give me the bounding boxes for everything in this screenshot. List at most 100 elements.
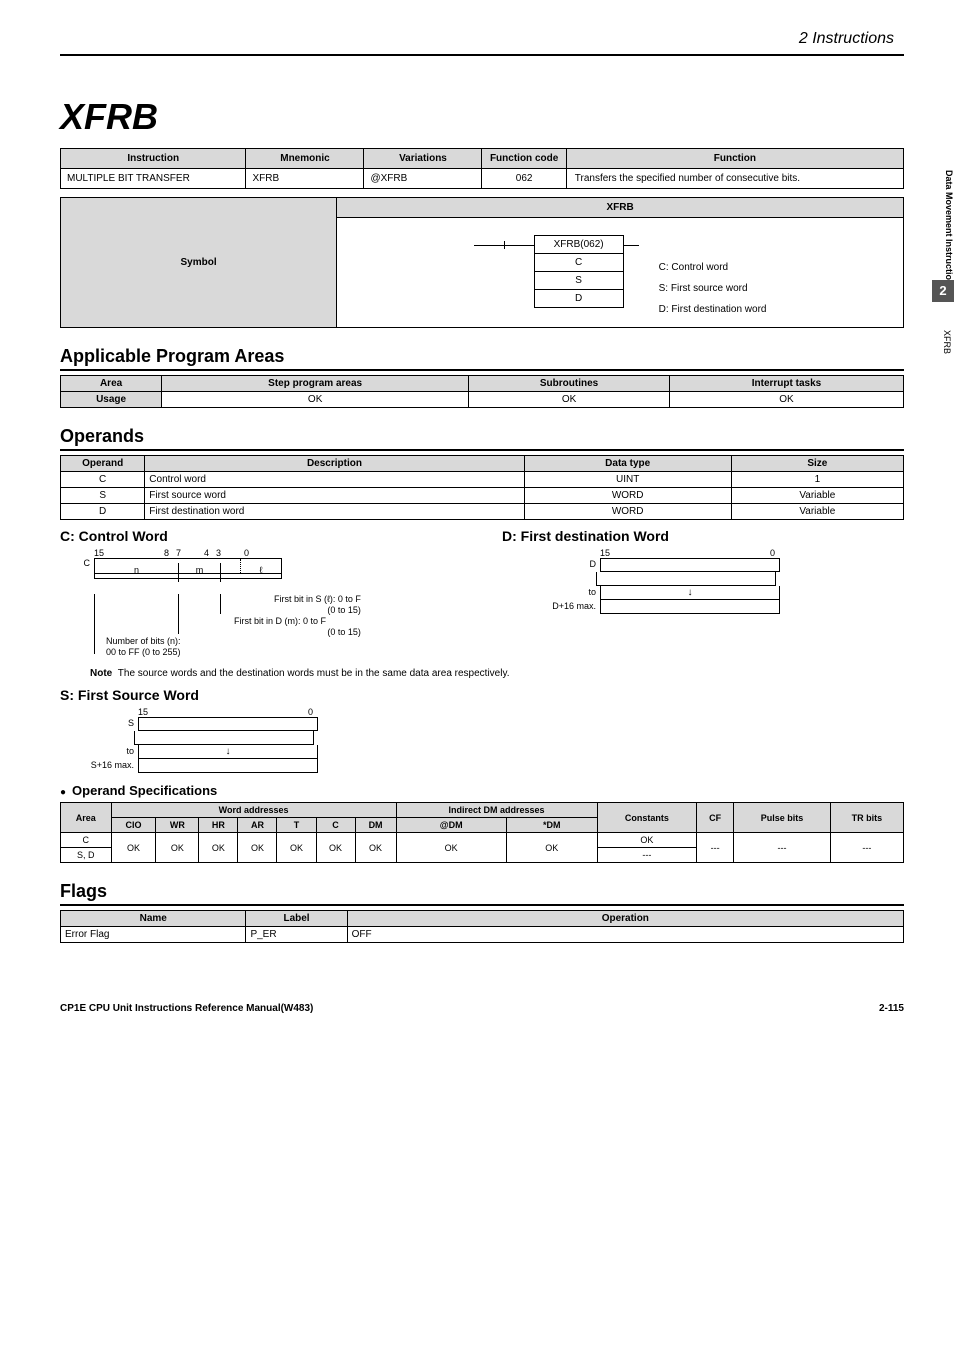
td: D xyxy=(61,504,145,520)
bit-label: 8 xyxy=(164,548,176,558)
section-applicable: Applicable Program Areas xyxy=(60,346,904,371)
th-sub: Subroutines xyxy=(469,376,670,392)
td: Variable xyxy=(731,504,903,520)
flags-table: Name Label Operation Error Flag P_ER OFF xyxy=(60,910,904,943)
cword-line: First bit in S (ℓ): 0 to F xyxy=(274,594,361,605)
s-max: S+16 max. xyxy=(80,760,134,770)
page-section-header: 2 Instructions xyxy=(60,30,904,48)
bit-label: 0 xyxy=(244,548,249,558)
td-code: 062 xyxy=(482,169,566,189)
td: WORD xyxy=(524,504,731,520)
td: Variable xyxy=(731,488,903,504)
th: T xyxy=(277,818,316,833)
td: --- xyxy=(830,833,903,863)
td: UINT xyxy=(524,472,731,488)
td: OK xyxy=(316,833,355,863)
label-s: S: First source word xyxy=(659,278,767,299)
table-row: C OK OK OK OK OK OK OK OK OK OK --- --- … xyxy=(61,833,904,848)
th: Word addresses xyxy=(111,803,396,818)
symbol-col-header: XFRB xyxy=(337,198,904,218)
seg-blank xyxy=(221,559,241,573)
opspec-table: Area Word addresses Indirect DM addresse… xyxy=(60,802,904,863)
th: *DM xyxy=(506,818,597,833)
td: Control word xyxy=(145,472,524,488)
side-code: XFRB xyxy=(942,330,952,354)
th: Indirect DM addresses xyxy=(396,803,597,818)
ladder-top: XFRB(062) xyxy=(534,235,624,254)
bit-label: 3 xyxy=(216,548,244,558)
bit-label: 15 xyxy=(600,548,770,558)
sub-sword: S: First Source Word xyxy=(60,687,904,703)
td: Error Flag xyxy=(61,927,246,943)
ladder-line-right xyxy=(624,245,639,246)
note-label: Note xyxy=(90,668,112,679)
td-int: OK xyxy=(669,392,903,408)
operands-table: Operand Description Data type Size C Con… xyxy=(60,455,904,520)
dword-diagram: 150 D to↓ D+16 max. xyxy=(542,548,904,614)
th-instruction: Instruction xyxy=(61,149,246,169)
td-sub: OK xyxy=(469,392,670,408)
th: @DM xyxy=(396,818,506,833)
footer-left: CP1E CPU Unit Instructions Reference Man… xyxy=(60,1003,313,1014)
th: Constants xyxy=(597,803,697,833)
applicable-table: Area Step program areas Subroutines Inte… xyxy=(60,375,904,408)
instruction-table: Instruction Mnemonic Variations Function… xyxy=(60,148,904,189)
cword-c-label: C xyxy=(60,558,90,568)
symbol-labels: C: Control word S: First source word D: … xyxy=(659,257,767,320)
d-max: D+16 max. xyxy=(542,601,596,611)
td-usage: Usage xyxy=(61,392,162,408)
side-category: Data Movement Instructions xyxy=(944,170,954,291)
th: Pulse bits xyxy=(734,803,831,833)
td-function: Transfers the specified number of consec… xyxy=(566,169,903,189)
th-int: Interrupt tasks xyxy=(669,376,903,392)
th: Operation xyxy=(347,911,903,927)
ladder-line xyxy=(474,245,534,246)
td: OK xyxy=(506,833,597,863)
th: CIO xyxy=(111,818,156,833)
side-tab-number: 2 xyxy=(932,280,954,302)
th-area: Area xyxy=(61,376,162,392)
ladder-s: S xyxy=(534,271,624,290)
d-label: D xyxy=(542,559,596,569)
s-label: S xyxy=(80,718,134,728)
th: AR xyxy=(238,818,277,833)
note-text: The source words and the destination wor… xyxy=(118,668,510,679)
th-size: Size xyxy=(731,456,903,472)
th: Name xyxy=(61,911,246,927)
th-function: Function xyxy=(566,149,903,169)
table-row: Error Flag P_ER OFF xyxy=(61,927,904,943)
td: C xyxy=(61,833,112,848)
header-rule xyxy=(60,54,904,56)
cword-line: (0 to 15) xyxy=(274,627,361,638)
td: OK xyxy=(156,833,199,863)
td-step: OK xyxy=(162,392,469,408)
td: S xyxy=(61,488,145,504)
cword-diagram: 1587430 C nmℓ First bit in S (ℓ): 0 to F… xyxy=(60,548,462,658)
cword-line: (0 to 15) xyxy=(274,605,361,616)
td: WORD xyxy=(524,488,731,504)
td: OK xyxy=(277,833,316,863)
bit-label: 15 xyxy=(94,548,164,558)
td: First destination word xyxy=(145,504,524,520)
td: S, D xyxy=(61,848,112,863)
td: OK xyxy=(597,833,697,848)
label-d: D: First destination word xyxy=(659,299,767,320)
th-operand: Operand xyxy=(61,456,145,472)
td: OK xyxy=(111,833,156,863)
th: Area xyxy=(61,803,112,833)
td: --- xyxy=(734,833,831,863)
bit-label: 0 xyxy=(308,707,313,717)
sub-opspec: Operand Specifications xyxy=(60,783,904,798)
td-instruction: MULTIPLE BIT TRANSFER xyxy=(61,169,246,189)
cword-line: First bit in D (m): 0 to F xyxy=(234,616,361,627)
th: WR xyxy=(156,818,199,833)
footer-right: 2-115 xyxy=(879,1003,904,1014)
bit-label: 4 xyxy=(204,548,216,558)
symbol-table: Symbol XFRB XFRB(062) C S D C: Control w… xyxy=(60,197,904,328)
symbol-diagram-cell: XFRB(062) C S D C: Control word S: First… xyxy=(337,218,904,328)
th-desc: Description xyxy=(145,456,524,472)
section-flags: Flags xyxy=(60,881,904,906)
table-row: Usage OK OK OK xyxy=(61,392,904,408)
note: Note The source words and the destinatio… xyxy=(90,668,904,679)
th: C xyxy=(316,818,355,833)
